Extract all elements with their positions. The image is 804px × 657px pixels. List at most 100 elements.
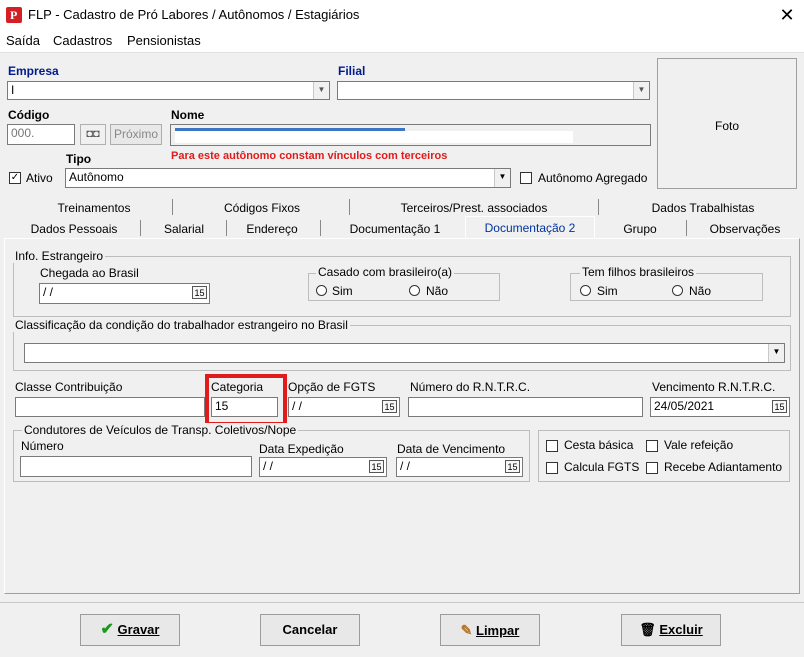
- codigo-input[interactable]: 000.: [7, 124, 75, 145]
- cancelar-button[interactable]: Cancelar: [260, 614, 360, 646]
- tab-codigos-fixos[interactable]: Códigos Fixos: [182, 201, 342, 215]
- fgts-date-value: / /: [292, 399, 303, 413]
- empresa-label: Empresa: [8, 64, 59, 78]
- tipo-label: Tipo: [66, 152, 92, 166]
- tab-dados-pessoais[interactable]: Dados Pessoais: [14, 222, 134, 236]
- expedicao-value: / /: [263, 459, 274, 473]
- tab-separator: [226, 220, 227, 236]
- numero-input[interactable]: [20, 456, 252, 477]
- vale-label: Vale refeição: [664, 438, 734, 452]
- calendar-icon[interactable]: 15: [369, 460, 384, 473]
- calendar-icon[interactable]: 15: [505, 460, 520, 473]
- cancelar-label: Cancelar: [282, 622, 338, 637]
- calcula-fgts-label: Calcula FGTS: [564, 460, 640, 474]
- limpar-label: Limpar: [476, 623, 520, 638]
- filhos-nao-radio[interactable]: [672, 285, 683, 296]
- chevron-down-icon[interactable]: ▼: [313, 82, 329, 99]
- adiantamento-checkbox[interactable]: [646, 462, 658, 474]
- tabs-row-2: Dados Pessoais Salarial Endereço Documen…: [4, 216, 800, 238]
- ativo-checkbox[interactable]: ✓: [9, 172, 21, 184]
- filhos-sim-radio[interactable]: [580, 285, 591, 296]
- vencimento-value: / /: [400, 459, 411, 473]
- fgts-date-input[interactable]: / / 15: [288, 397, 400, 417]
- warning-text: Para este autônomo constam vínculos com …: [171, 150, 448, 162]
- title-bar: P FLP - Cadastro de Pró Labores / Autôno…: [0, 0, 804, 30]
- venc-rntrc-input[interactable]: 24/05/2021 15: [650, 397, 790, 417]
- broom-icon: ✎: [460, 622, 473, 638]
- estrangeiro-legend: Info. Estrangeiro: [13, 249, 106, 263]
- calcula-fgts-checkbox[interactable]: [546, 462, 558, 474]
- menu-bar: Saída Cadastros Pensionistas: [0, 30, 804, 53]
- tipo-value: Autônomo: [69, 170, 124, 184]
- vencimento-input[interactable]: / / 15: [396, 457, 523, 477]
- calendar-icon[interactable]: 15: [382, 400, 397, 413]
- calendar-icon[interactable]: 15: [772, 400, 787, 413]
- classificacao-legend: Classificação da condição do trabalhador…: [13, 318, 350, 332]
- chegada-input[interactable]: / / 15: [39, 283, 210, 304]
- tab-separator: [172, 199, 173, 215]
- photo-box[interactable]: Foto: [657, 58, 797, 189]
- venc-rntrc-value: 24/05/2021: [654, 399, 715, 413]
- filhos-nao-label: Não: [689, 284, 712, 298]
- tab-observacoes[interactable]: Observações: [690, 222, 800, 236]
- rntrc-label: Número do R.N.T.R.C.: [410, 380, 531, 394]
- chevron-down-icon[interactable]: ▼: [633, 82, 649, 99]
- vencimento-label: Data de Vencimento: [397, 442, 506, 456]
- tab-terceiros[interactable]: Terceiros/Prest. associados: [359, 201, 589, 215]
- tab-documentacao-1[interactable]: Documentação 1: [326, 222, 464, 236]
- agregado-label: Autônomo Agregado: [538, 171, 648, 185]
- classe-input[interactable]: [15, 397, 205, 417]
- tab-dados-trabalhistas[interactable]: Dados Trabalhistas: [608, 201, 798, 215]
- classe-label: Classe Contribuição: [15, 380, 123, 394]
- close-icon[interactable]: ✕: [776, 4, 798, 26]
- binoculars-icon[interactable]: ◘◘: [80, 124, 106, 145]
- casado-nao-radio[interactable]: [409, 285, 420, 296]
- casado-sim-radio[interactable]: [316, 285, 327, 296]
- filhos-legend: Tem filhos brasileiros: [580, 265, 697, 279]
- filhos-sim-label: Sim: [597, 284, 618, 298]
- empresa-value: I: [11, 83, 15, 97]
- casado-sim-label: Sim: [332, 284, 353, 298]
- menu-cadastros[interactable]: Cadastros: [53, 33, 112, 48]
- bottom-divider: [0, 602, 804, 603]
- chevron-down-icon[interactable]: ▼: [494, 169, 510, 187]
- cesta-checkbox[interactable]: [546, 440, 558, 452]
- filial-select[interactable]: ▼: [337, 81, 650, 100]
- rntrc-input[interactable]: [408, 397, 643, 417]
- checkmark-icon: ✔: [100, 621, 114, 638]
- tipo-select[interactable]: Autônomo ▼: [65, 168, 511, 188]
- gravar-button[interactable]: ✔ Gravar: [80, 614, 180, 646]
- menu-pensionistas[interactable]: Pensionistas: [127, 33, 201, 48]
- highlight-box: [205, 374, 287, 426]
- classificacao-select[interactable]: ▼: [24, 343, 785, 363]
- filial-label: Filial: [338, 64, 366, 78]
- gravar-label: Gravar: [117, 622, 160, 637]
- excluir-button[interactable]: 🗑 Excluir: [621, 614, 721, 646]
- limpar-button[interactable]: ✎ Limpar: [440, 614, 540, 646]
- tab-salarial[interactable]: Salarial: [144, 222, 224, 236]
- casado-nao-label: Não: [426, 284, 449, 298]
- casado-legend: Casado com brasileiro(a): [316, 265, 455, 279]
- ativo-label: Ativo: [26, 171, 53, 185]
- chegada-label: Chegada ao Brasil: [40, 266, 139, 280]
- tab-documentacao-2-label: Documentação 2: [484, 221, 576, 235]
- proximo-button[interactable]: Próximo: [110, 124, 162, 145]
- nome-input[interactable]: [170, 124, 651, 146]
- expedicao-input[interactable]: / / 15: [259, 457, 387, 477]
- photo-label: Foto: [714, 119, 739, 133]
- tab-treinamentos[interactable]: Treinamentos: [24, 201, 164, 215]
- menu-saida[interactable]: Saída: [6, 33, 40, 48]
- tab-separator: [598, 199, 599, 215]
- codigo-label: Código: [8, 108, 50, 122]
- tab-documentacao-2[interactable]: Documentação 2: [465, 216, 595, 238]
- chevron-down-icon[interactable]: ▼: [768, 344, 784, 362]
- vale-checkbox[interactable]: [646, 440, 658, 452]
- window-title: FLP - Cadastro de Pró Labores / Autônomo…: [28, 7, 360, 22]
- calendar-icon[interactable]: 15: [192, 286, 207, 299]
- cesta-label: Cesta básica: [564, 438, 634, 452]
- tab-endereco[interactable]: Endereço: [230, 222, 314, 236]
- agregado-checkbox[interactable]: [520, 172, 532, 184]
- tab-separator: [686, 220, 687, 236]
- tab-grupo[interactable]: Grupo: [596, 222, 684, 236]
- empresa-select[interactable]: I ▼: [7, 81, 330, 100]
